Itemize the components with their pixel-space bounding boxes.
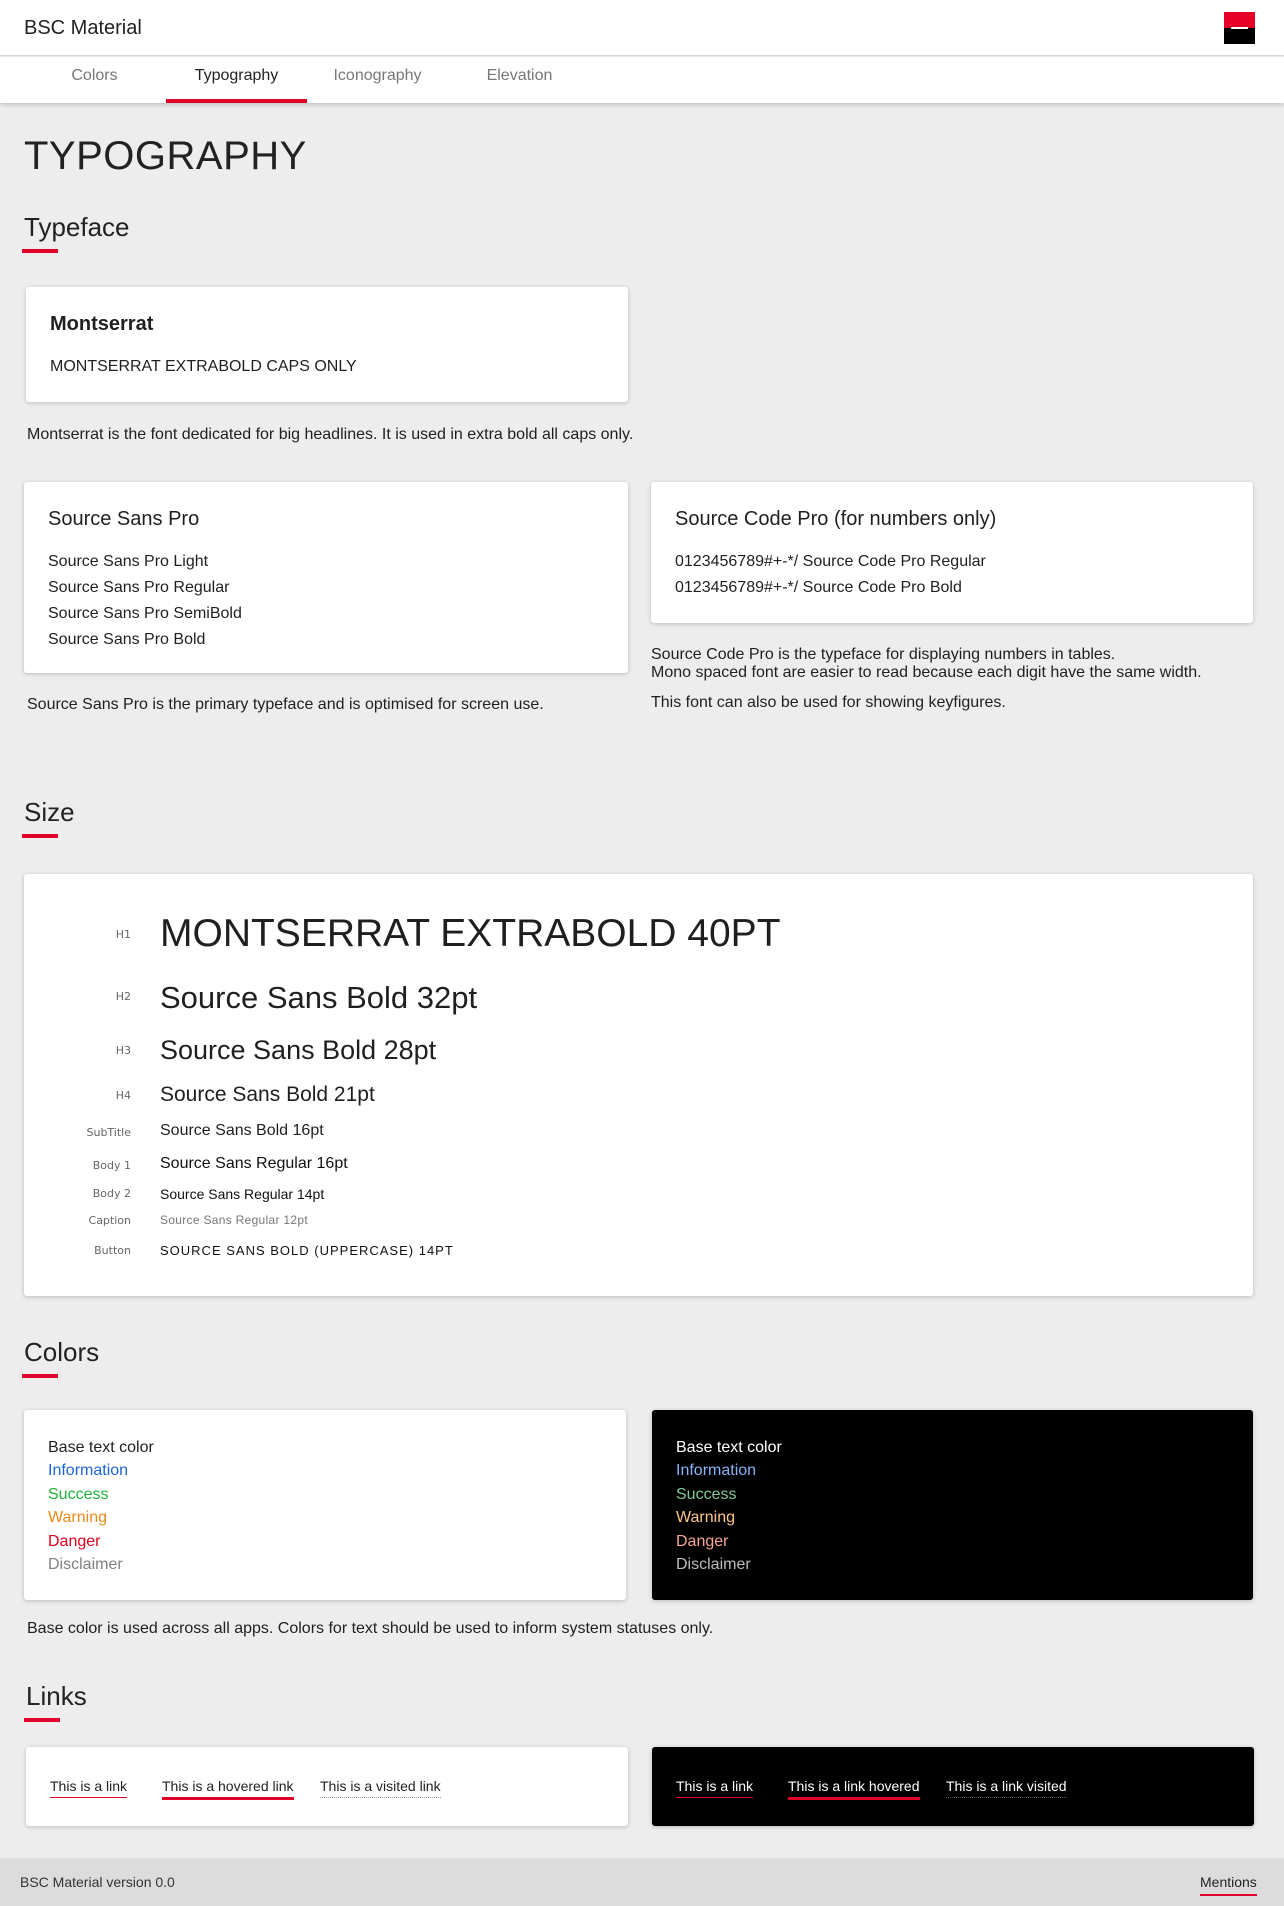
color-disclaimer: Disclaimer bbox=[48, 1556, 123, 1573]
footer-version: BSC Material version 0.0 bbox=[20, 1874, 175, 1890]
color-warning: Warning bbox=[48, 1509, 107, 1526]
link-visited[interactable]: This is a visited link bbox=[320, 1778, 441, 1798]
color-danger: Danger bbox=[48, 1533, 101, 1550]
size-sample-h4: Source Sans Bold 21pt bbox=[160, 1083, 375, 1106]
dark-color-information: Information bbox=[676, 1462, 757, 1479]
montserrat-description: Montserrat is the font dedicated for big… bbox=[27, 426, 634, 443]
link-hovered[interactable]: This is a hovered link bbox=[162, 1778, 294, 1800]
size-sample-body2: Source Sans Regular 14pt bbox=[160, 1186, 325, 1202]
dark-link-default[interactable]: This is a link bbox=[676, 1778, 754, 1798]
footer: BSC Material version 0.0 Mentions bbox=[0, 1858, 1284, 1906]
dark-color-base-text: Base text color bbox=[676, 1439, 782, 1456]
source-sans-card: Source Sans Pro Source Sans Pro Light So… bbox=[24, 482, 628, 673]
app-title: BSC Material bbox=[24, 17, 142, 39]
size-heading: Size bbox=[24, 797, 75, 827]
color-information: Information bbox=[48, 1462, 129, 1479]
colors-heading: Colors bbox=[24, 1337, 100, 1367]
color-base-text: Base text color bbox=[48, 1439, 154, 1456]
typeface-heading: Typeface bbox=[24, 212, 130, 242]
page-title: TYPOGRAPHY bbox=[24, 134, 307, 178]
colors-underline bbox=[22, 1374, 58, 1378]
source-code-description-2: Mono spaced font are easier to read beca… bbox=[651, 664, 1202, 681]
size-sample-subtitle: Source Sans Bold 16pt bbox=[160, 1122, 324, 1139]
source-code-description-3: This font can also be used for showing k… bbox=[651, 694, 1006, 711]
size-label-h4: H4 bbox=[115, 1089, 131, 1102]
weight-regular: Source Sans Pro Regular bbox=[48, 579, 230, 596]
colors-dark-card: Base text color Information Success Warn… bbox=[652, 1410, 1253, 1600]
size-sample-h3: Source Sans Bold 28pt bbox=[160, 1035, 437, 1065]
montserrat-card: Montserrat MONTSERRAT EXTRABOLD CAPS ONL… bbox=[26, 287, 628, 402]
montserrat-sample: MONTSERRAT EXTRABOLD CAPS ONLY bbox=[50, 358, 357, 375]
colors-description: Base color is used across all apps. Colo… bbox=[27, 1620, 714, 1637]
source-sans-description: Source Sans Pro is the primary typeface … bbox=[27, 696, 544, 713]
dark-color-success: Success bbox=[676, 1486, 737, 1503]
size-label-body2: Body 2 bbox=[92, 1187, 131, 1200]
brand-logo-icon[interactable] bbox=[1224, 12, 1255, 44]
size-label-caption: Caption bbox=[88, 1214, 131, 1227]
size-label-button: Button bbox=[94, 1244, 131, 1257]
tab-typography[interactable]: Typography bbox=[166, 57, 307, 103]
link-default[interactable]: This is a link bbox=[50, 1778, 128, 1798]
size-sample-h2: Source Sans Bold 32pt bbox=[160, 980, 478, 1015]
size-card: H1 MONTSERRAT EXTRABOLD 40PT H2 Source S… bbox=[24, 874, 1253, 1296]
logo-white-bar bbox=[1231, 27, 1248, 29]
links-underline bbox=[24, 1718, 60, 1722]
tab-colors[interactable]: Colors bbox=[24, 57, 165, 103]
links-light-card: This is a link This is a hovered link Th… bbox=[26, 1747, 628, 1826]
dark-link-hovered[interactable]: This is a link hovered bbox=[788, 1778, 920, 1800]
source-code-description-1: Source Code Pro is the typeface for disp… bbox=[651, 646, 1116, 663]
source-code-card: Source Code Pro (for numbers only) 01234… bbox=[651, 482, 1253, 623]
size-sample-body1: Source Sans Regular 16pt bbox=[160, 1155, 348, 1172]
mentions-link[interactable]: Mentions bbox=[1200, 1874, 1257, 1896]
weight-bold: Source Sans Pro Bold bbox=[48, 631, 206, 648]
size-label-h2: H2 bbox=[115, 990, 131, 1003]
app-bar: BSC Material bbox=[0, 0, 1284, 56]
typeface-underline bbox=[22, 249, 58, 253]
weight-light: Source Sans Pro Light bbox=[48, 553, 209, 570]
source-code-name: Source Code Pro (for numbers only) bbox=[675, 508, 997, 530]
code-sample-bold: 0123456789#+-*/ Source Code Pro Bold bbox=[675, 579, 962, 596]
size-label-h1: H1 bbox=[115, 928, 131, 941]
tab-elevation[interactable]: Elevation bbox=[449, 57, 590, 103]
montserrat-name: Montserrat bbox=[50, 313, 154, 335]
source-sans-name: Source Sans Pro bbox=[48, 508, 200, 530]
tab-iconography[interactable]: Iconography bbox=[307, 57, 448, 103]
links-dark-card: This is a link This is a link hovered Th… bbox=[652, 1747, 1254, 1826]
size-label-body1: Body 1 bbox=[92, 1159, 131, 1172]
dark-link-visited[interactable]: This is a link visited bbox=[946, 1778, 1067, 1798]
size-sample-button: SOURCE SANS BOLD (UPPERCASE) 14PT bbox=[160, 1243, 454, 1258]
dark-color-warning: Warning bbox=[676, 1509, 735, 1526]
code-sample-regular: 0123456789#+-*/ Source Code Pro Regular bbox=[675, 553, 986, 570]
size-underline bbox=[22, 834, 58, 838]
size-sample-h1: MONTSERRAT EXTRABOLD 40PT bbox=[160, 912, 781, 955]
dark-color-danger: Danger bbox=[676, 1533, 729, 1550]
size-sample-caption: Source Sans Regular 12pt bbox=[160, 1213, 308, 1227]
tab-bar: Colors Typography Iconography Elevation bbox=[0, 57, 1284, 103]
color-success: Success bbox=[48, 1486, 109, 1503]
logo-red-half bbox=[1224, 12, 1255, 28]
links-heading: Links bbox=[26, 1681, 87, 1711]
size-label-h3: H3 bbox=[115, 1044, 131, 1057]
dark-color-disclaimer: Disclaimer bbox=[676, 1556, 751, 1573]
colors-light-card: Base text color Information Success Warn… bbox=[24, 1410, 626, 1600]
size-label-subtitle: SubTitle bbox=[86, 1126, 131, 1139]
weight-semibold: Source Sans Pro SemiBold bbox=[48, 605, 242, 622]
